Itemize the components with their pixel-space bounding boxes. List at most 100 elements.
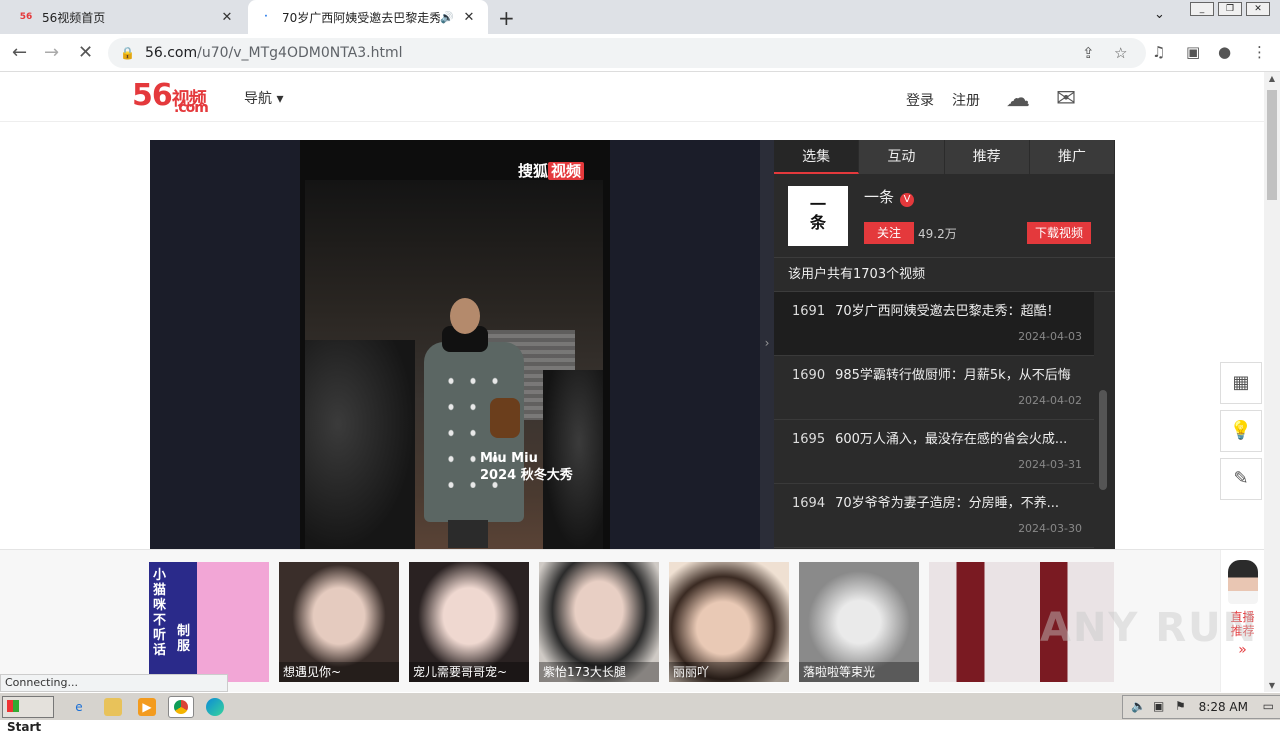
ad-label: 落啦啦等束光 xyxy=(799,662,919,682)
ad-label: 丽丽吖 xyxy=(669,662,789,682)
start-button[interactable]: Start xyxy=(2,696,54,734)
video-list: 1691 70岁广西阿姨受邀去巴黎走秀：超酷！ 2024-04-03 1690 98… xyxy=(774,292,1115,548)
watermark: ANY RUN xyxy=(1040,605,1259,651)
lightbulb-icon[interactable]: 💡 xyxy=(1220,410,1262,452)
list-item[interactable]: 1690 985学霸转行做厨师：月薪5k，从不后悔 2024-04-02 xyxy=(774,356,1094,420)
ad-card[interactable]: 想遇见你~ xyxy=(279,562,399,682)
media-player-icon[interactable]: ▶ xyxy=(138,698,156,716)
ie-icon[interactable]: e xyxy=(70,698,88,716)
author-card: 一条 一条 V 关注 49.2万 下载视频 xyxy=(774,174,1115,258)
ad-card[interactable]: 紫怡173大长腿 xyxy=(539,562,659,682)
tab-recommend[interactable]: 推荐 xyxy=(944,140,1030,174)
volume-icon[interactable]: 🔈 xyxy=(1131,699,1146,713)
share-icon[interactable]: ⇪ xyxy=(1082,44,1095,62)
scroll-thumb[interactable] xyxy=(1267,90,1277,200)
panel-toggle[interactable]: › xyxy=(760,140,774,550)
sidepanel-icon[interactable]: ▣ xyxy=(1186,43,1200,61)
ad-card[interactable]: 小猫咪不听话 制服 xyxy=(149,562,269,682)
site-logo[interactable]: 56视频 .com xyxy=(132,78,209,116)
tab-search-icon[interactable]: ⌄ xyxy=(1154,7,1165,22)
tab-title: 56视频首页 xyxy=(42,10,106,25)
upload-icon[interactable]: ☁ xyxy=(1006,84,1030,112)
avatar[interactable]: 一条 xyxy=(788,186,848,246)
address-bar[interactable]: 🔒 56.com/u70/v_MTg4ODM0NTA3.html xyxy=(108,38,1146,68)
media-icon[interactable]: ♫ xyxy=(1152,43,1165,61)
ad-card[interactable]: 宠儿需要哥哥宠~ xyxy=(409,562,529,682)
edit-icon[interactable]: ✎ xyxy=(1220,458,1262,500)
ad-promo-text: 制服 xyxy=(177,624,191,654)
ad-card[interactable]: 落啦啦等束光 xyxy=(799,562,919,682)
video-frame[interactable]: 搜狐 视频 Miu Miu 2024 秋冬大秀 xyxy=(300,140,610,550)
list-item[interactable]: 1695 600万人涌入，最没存在感的省会火成... 2024-03-31 xyxy=(774,420,1094,484)
runway-model xyxy=(420,298,530,548)
verified-icon: V xyxy=(900,193,915,207)
clock: 8:28 AM xyxy=(1198,700,1248,714)
page-scrollbar[interactable]: ▲ ▼ xyxy=(1264,72,1280,692)
forward-button[interactable]: → xyxy=(44,42,59,63)
site-header: 56视频 .com 导航 ▾ 登录 注册 ☁ ✉ xyxy=(0,72,1264,122)
audio-icon[interactable]: 🔊 xyxy=(440,11,454,24)
chrome-icon[interactable] xyxy=(168,696,194,718)
list-item[interactable]: 1694 70岁爷爷为妻子造房：分房睡，不养... 2024-03-30 xyxy=(774,484,1094,548)
tab-home[interactable]: 56 56视频首页 ✕ xyxy=(8,0,246,34)
legs xyxy=(448,520,488,548)
ad-card[interactable]: 丽丽吖 xyxy=(669,562,789,682)
follower-count: 49.2万 xyxy=(918,227,957,241)
lock-icon[interactable]: 🔒 xyxy=(120,46,135,60)
tab-promote[interactable]: 推广 xyxy=(1029,140,1115,174)
loading-favicon-icon: · xyxy=(264,12,268,22)
audience-left xyxy=(305,340,415,550)
back-button[interactable]: ← xyxy=(12,42,27,63)
folder-icon[interactable] xyxy=(104,698,122,716)
register-link[interactable]: 注册 xyxy=(952,90,980,110)
tab-video[interactable]: · 70岁广西阿姨受邀去巴黎走秀 🔊 ✕ xyxy=(248,0,488,34)
star-icon[interactable]: ☆ xyxy=(1114,44,1127,62)
profile-icon[interactable]: ● xyxy=(1218,43,1231,61)
flag-icon[interactable]: ⚑ xyxy=(1175,699,1186,713)
download-button[interactable]: 下载视频 xyxy=(1027,222,1091,244)
close-window-button[interactable]: ✕ xyxy=(1246,2,1270,16)
login-link[interactable]: 登录 xyxy=(906,90,934,110)
browser-toolbar: ← → ✕ 🔒 56.com/u70/v_MTg4ODM0NTA3.html ⇪… xyxy=(0,34,1280,72)
panel-tabs: 选集 互动 推荐 推广 xyxy=(774,140,1115,174)
follow-button[interactable]: 关注 xyxy=(864,222,914,244)
nav-menu[interactable]: 导航 ▾ xyxy=(244,88,283,108)
tab-episodes[interactable]: 选集 xyxy=(774,140,860,174)
new-tab-button[interactable]: + xyxy=(498,6,515,30)
ad-promo-text: 小猫咪不听话 xyxy=(153,568,167,658)
scroll-up-icon[interactable]: ▲ xyxy=(1264,74,1280,83)
close-tab-icon[interactable]: ✕ xyxy=(218,10,236,25)
video-caption: Miu Miu 2024 秋冬大秀 xyxy=(480,451,573,483)
stop-button[interactable]: ✕ xyxy=(78,42,93,63)
status-bar: Connecting... xyxy=(0,674,228,692)
author-name[interactable]: 一条 V xyxy=(864,186,915,207)
system-tray: 🔈 ▣ ⚑ 8:28 AM ▭ xyxy=(1122,695,1280,719)
qrcode-icon[interactable]: ▦ xyxy=(1220,362,1262,404)
panel-scrollbar[interactable] xyxy=(1099,390,1107,490)
ad-label: 紫怡173大长腿 xyxy=(539,662,659,682)
menu-icon[interactable]: ⋮ xyxy=(1252,43,1267,61)
network-icon[interactable]: ▣ xyxy=(1153,699,1164,713)
close-tab-icon[interactable]: ✕ xyxy=(460,10,478,25)
restore-button[interactable]: ❐ xyxy=(1218,2,1242,16)
ad-label: 想遇见你~ xyxy=(279,662,399,682)
window-controls: _ ❐ ✕ xyxy=(1190,2,1270,16)
edge-icon[interactable] xyxy=(206,698,224,716)
scroll-down-icon[interactable]: ▼ xyxy=(1264,681,1280,690)
ad-label: 宠儿需要哥哥宠~ xyxy=(409,662,529,682)
sohu-watermark: 搜狐 视频 xyxy=(518,160,585,181)
episode-panel: 选集 互动 推荐 推广 一条 一条 V 关注 49.2万 下载视频 该用户共有17… xyxy=(774,140,1115,550)
mail-icon[interactable]: ✉ xyxy=(1056,84,1076,112)
video-player[interactable]: 搜狐 视频 Miu Miu 2024 秋冬大秀 xyxy=(150,140,760,550)
page-content: 56视频 .com 导航 ▾ 登录 注册 ☁ ✉ 搜狐 视频 Miu Miu 2… xyxy=(0,72,1264,692)
tab-strip: 56 56视频首页 ✕ · 70岁广西阿姨受邀去巴黎走秀 🔊 ✕ + ⌄ _ ❐… xyxy=(0,0,1280,34)
video-count: 该用户共有1703个视频 xyxy=(774,258,1115,292)
head xyxy=(450,298,480,334)
tab-interact[interactable]: 互动 xyxy=(859,140,945,174)
show-desktop-icon[interactable]: ▭ xyxy=(1263,699,1274,713)
list-item[interactable]: 1691 70岁广西阿姨受邀去巴黎走秀：超酷！ 2024-04-03 xyxy=(774,292,1094,356)
runway-scene xyxy=(305,180,603,550)
minimize-button[interactable]: _ xyxy=(1190,2,1214,16)
live-avatar xyxy=(1227,560,1258,604)
handbag xyxy=(490,398,520,438)
